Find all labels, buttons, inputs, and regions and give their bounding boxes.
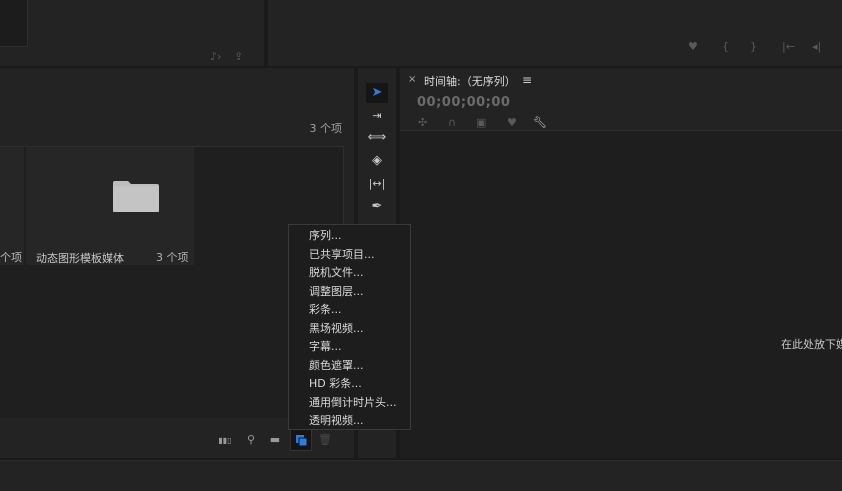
menu-item-hd-bars[interactable]: HD 彩条... — [289, 375, 410, 394]
track-select-tool-icon[interactable]: ⇥ — [366, 106, 388, 126]
bin-tile[interactable] — [0, 147, 24, 265]
program-monitor-panel: ♥ { } |← ◂| — [268, 0, 842, 66]
step-back-icon[interactable]: ◂| — [812, 40, 821, 53]
slip-tool-icon[interactable]: |↔| — [366, 174, 388, 194]
bin-tile-count: 3 个项 — [156, 251, 189, 264]
snap-icon[interactable]: ∩ — [448, 116, 456, 129]
timeline-tab[interactable]: 时间轴:（无序列） — [424, 73, 516, 89]
nest-icon[interactable]: ✣ — [418, 116, 427, 129]
add-marker-icon[interactable]: ♥ — [507, 116, 517, 129]
menu-item-countdown-leader[interactable]: 通用倒计时片头... — [289, 394, 410, 413]
menu-item-adjustment-layer[interactable]: 调整图层... — [289, 283, 410, 302]
wrench-icon[interactable]: 🔧︎ — [533, 116, 547, 129]
folder-icon — [113, 181, 159, 212]
export-frame-icon[interactable]: ⇪ — [234, 50, 243, 63]
timeline-track-area[interactable]: 在此处放下媒 — [400, 130, 842, 458]
item-count: 3 个项 — [309, 122, 343, 135]
automate-to-sequence-icon[interactable]: ▮▮▯ — [218, 434, 232, 448]
drop-media-hint: 在此处放下媒 — [781, 338, 842, 351]
linked-selection-icon[interactable]: ▣ — [476, 116, 486, 129]
clear-trash-icon[interactable]: 🗑 — [318, 433, 332, 447]
go-to-in-icon[interactable]: |← — [782, 40, 795, 53]
status-bar — [0, 460, 842, 491]
ripple-edit-tool-icon[interactable]: ⟺ — [366, 128, 388, 148]
menu-item-black-video[interactable]: 黑场视频... — [289, 320, 410, 339]
menu-item-sequence[interactable]: 序列... — [289, 227, 410, 246]
menu-item-shared-project[interactable]: 已共享项目... — [289, 246, 410, 265]
menu-item-offline-file[interactable]: 脱机文件... — [289, 264, 410, 283]
source-monitor-viewport — [0, 0, 28, 47]
timeline-timecode[interactable]: 00;00;00;00 — [417, 95, 510, 110]
bin-tile-label: 个项 — [0, 251, 22, 264]
mark-out-icon[interactable]: } — [750, 40, 757, 53]
new-item-button[interactable] — [290, 429, 312, 451]
mark-in-icon[interactable]: { — [722, 40, 729, 53]
source-monitor-panel: ♪› ⇪ — [0, 0, 264, 66]
pen-tool-icon[interactable]: ✒ — [366, 197, 388, 217]
insert-audio-icon[interactable]: ♪› — [210, 50, 221, 63]
panel-menu-icon[interactable]: ≡ — [522, 73, 532, 87]
selection-tool-icon[interactable]: ➤ — [366, 83, 388, 103]
razor-tool-icon[interactable]: ◈ — [366, 151, 388, 171]
new-item-icon — [296, 435, 307, 446]
menu-item-color-matte[interactable]: 颜色遮罩... — [289, 357, 410, 376]
menu-item-captions[interactable]: 字幕... — [289, 338, 410, 357]
new-bin-icon[interactable]: ▬ — [268, 433, 282, 447]
bin-tile-label: 动态图形模板媒体 — [36, 252, 124, 265]
add-marker-icon[interactable]: ♥ — [688, 40, 698, 53]
timeline-panel: × 时间轴:（无序列） ≡ 00;00;00;00 ✣ ∩ ▣ ♥ 🔧︎ 在此处… — [400, 68, 842, 458]
menu-item-bars-and-tone[interactable]: 彩条... — [289, 301, 410, 320]
menu-item-transparent-video[interactable]: 透明视频... — [289, 412, 410, 431]
close-tab-icon[interactable]: × — [408, 74, 416, 85]
new-item-menu: 序列... 已共享项目... 脱机文件... 调整图层... 彩条... 黑场视… — [288, 224, 411, 430]
find-icon[interactable]: ⚲ — [244, 433, 258, 447]
bin-tile-motion-graphics[interactable] — [26, 147, 194, 265]
